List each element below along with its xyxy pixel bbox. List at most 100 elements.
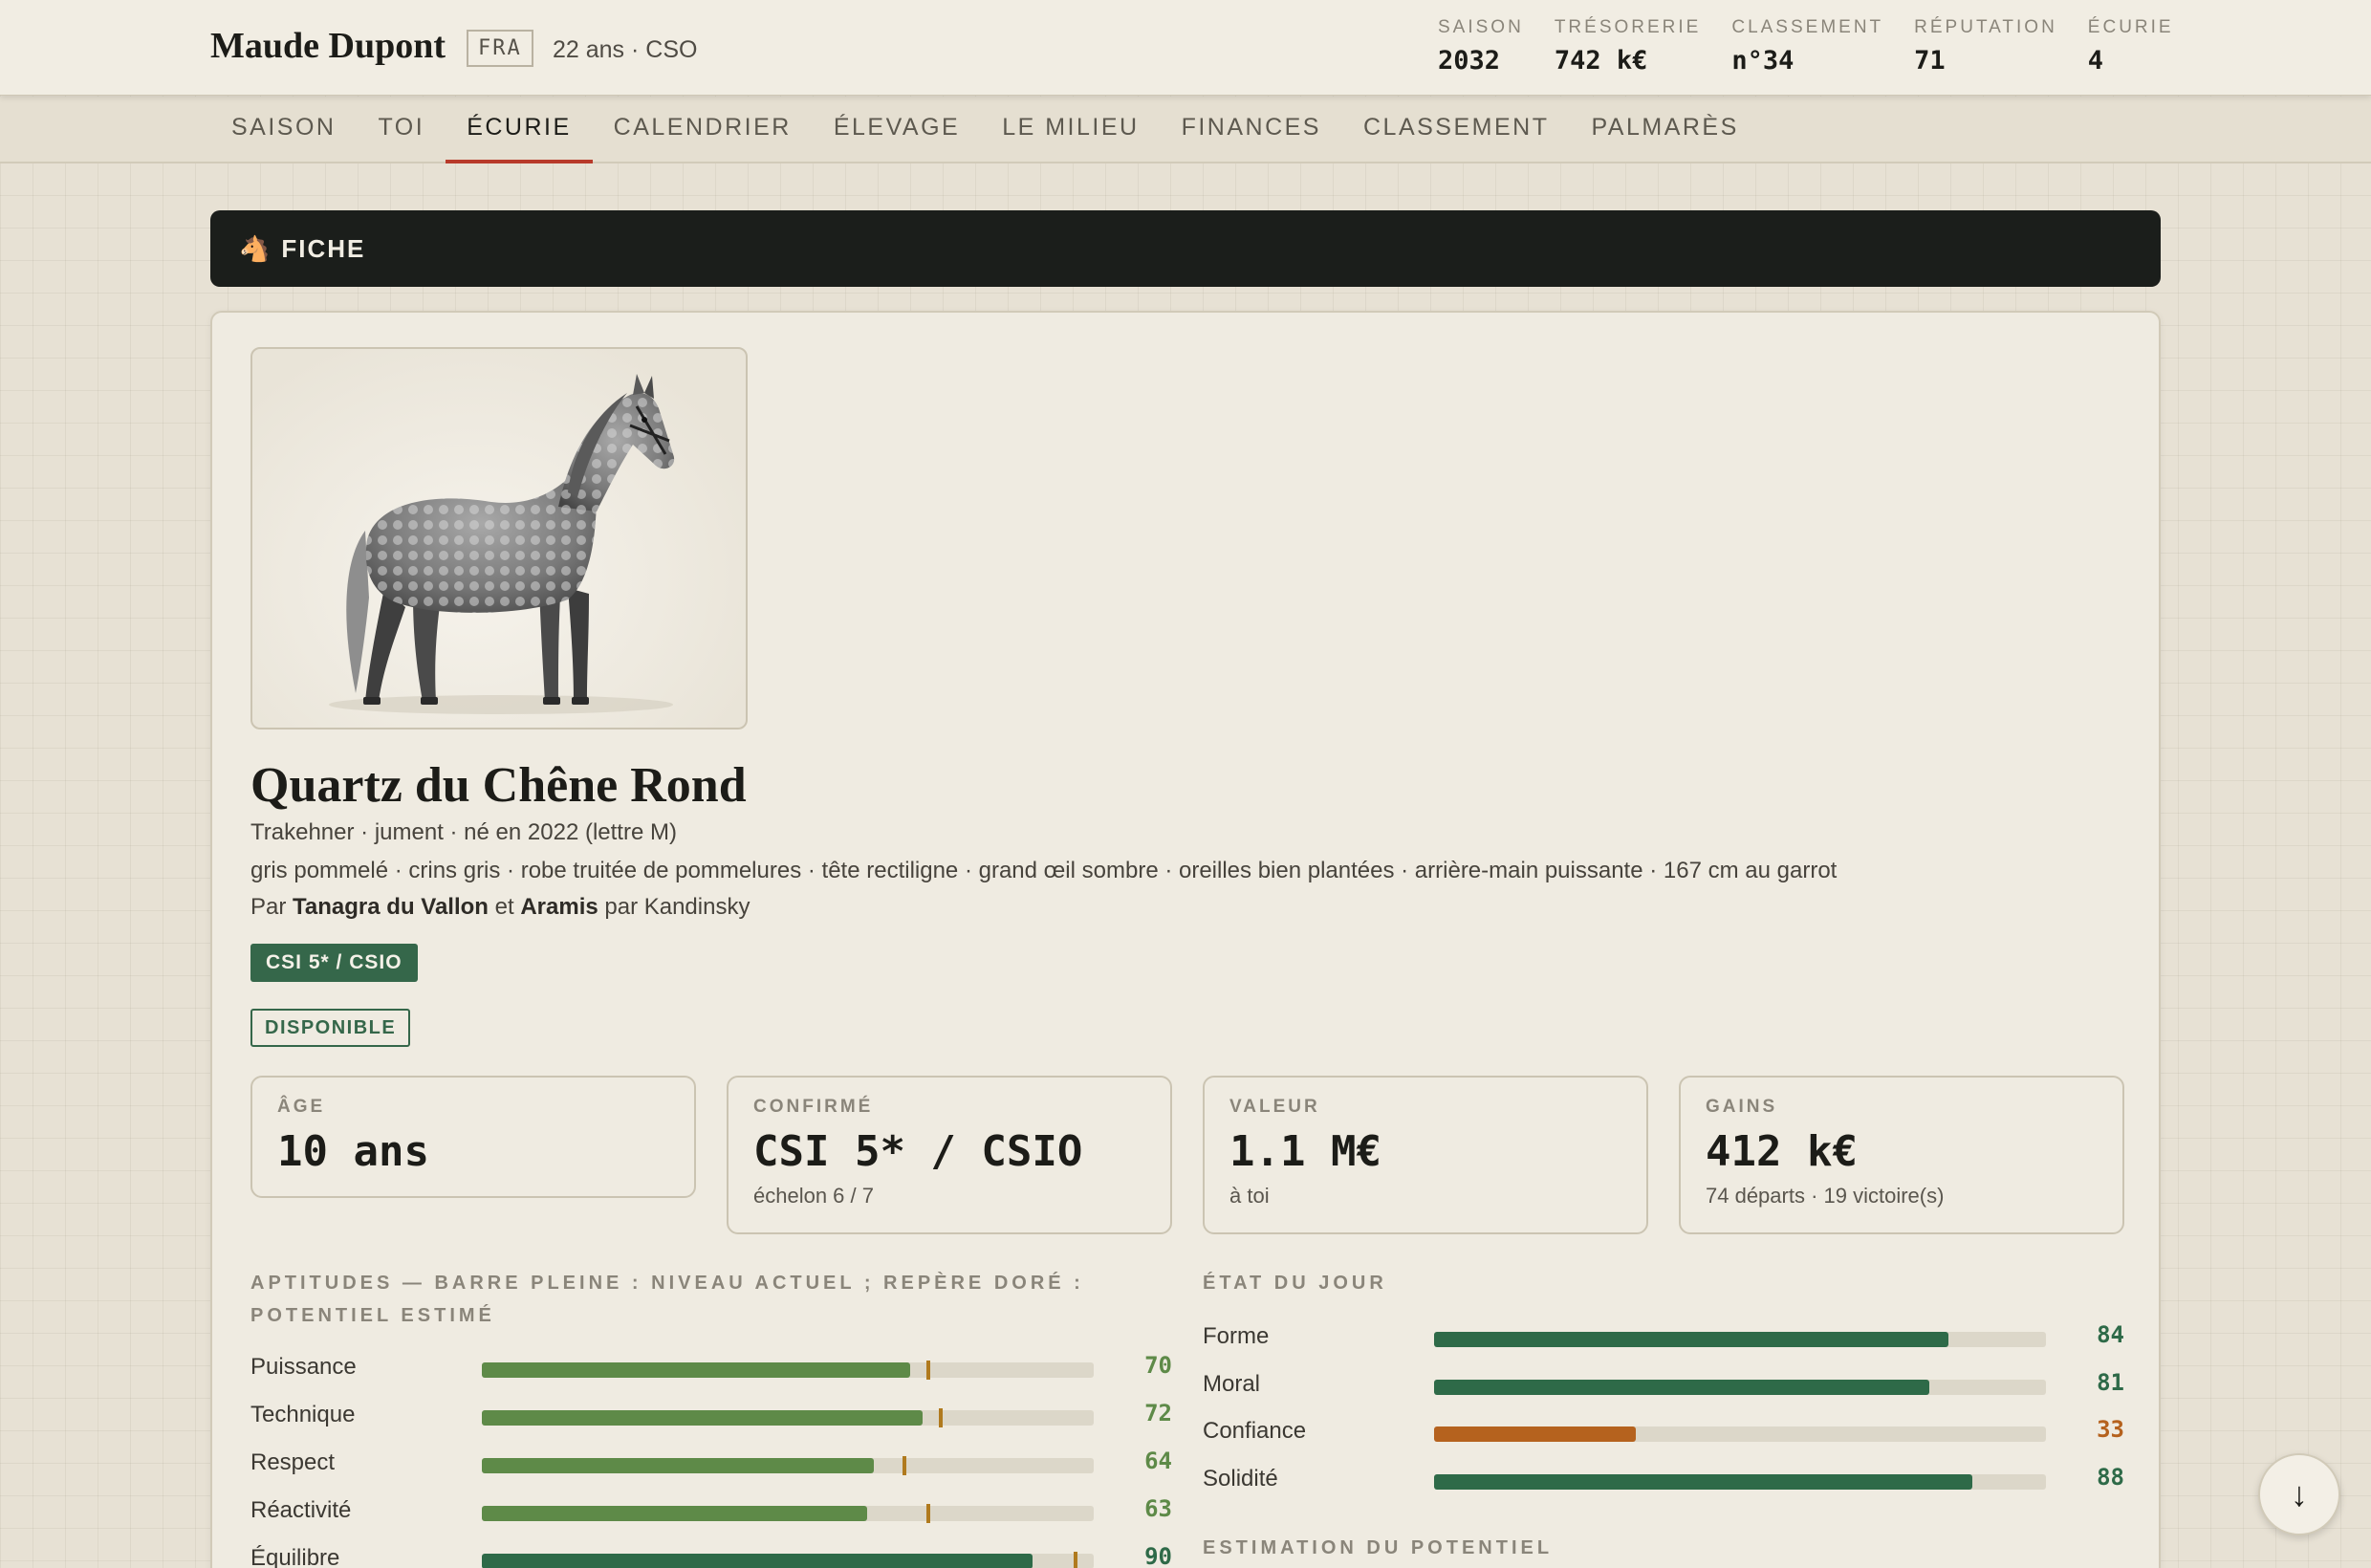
stat-row: Équilibre 90 bbox=[250, 1543, 1172, 1568]
info-value: 412 k€ bbox=[1706, 1127, 1858, 1176]
potential-marker bbox=[926, 1361, 931, 1380]
section-title: FICHE bbox=[281, 233, 366, 263]
horse-head-icon: 🐴 bbox=[239, 233, 271, 263]
stat-value: 742 k€ bbox=[1554, 46, 1648, 76]
info-label: GAINS bbox=[1706, 1097, 1778, 1117]
stat-value: 33 bbox=[2097, 1416, 2124, 1443]
potential-marker bbox=[1073, 1552, 1077, 1568]
stat-value: n°34 bbox=[1731, 46, 1795, 76]
stat-bar-track bbox=[1434, 1379, 2046, 1395]
stat-bar-track bbox=[1434, 1332, 2046, 1347]
stat-bar-fill bbox=[482, 1554, 1033, 1568]
info-box-gains: GAINS 412 k€ 74 départs · 19 victoire(s) bbox=[1679, 1076, 2124, 1234]
pedigree-dam: Aramis bbox=[520, 894, 598, 920]
stat-bar-track bbox=[482, 1456, 1094, 1475]
potential-marker bbox=[939, 1408, 943, 1427]
pedigree-suffix: par Kandinsky bbox=[604, 894, 750, 920]
nation-badge: FRA bbox=[467, 30, 533, 67]
stat-label: RÉPUTATION bbox=[1914, 17, 2057, 37]
info-box-confirme: CONFIRMÉ CSI 5* / CSIO échelon 6 / 7 bbox=[727, 1076, 1172, 1234]
stat-value: 4 bbox=[2087, 46, 2104, 76]
stat-bar-track bbox=[482, 1552, 1094, 1568]
pedigree-prefix: Par bbox=[250, 894, 287, 920]
stat-bar-fill bbox=[482, 1506, 868, 1521]
stat-bar-fill bbox=[482, 1458, 874, 1473]
stat-value: 72 bbox=[1144, 1400, 1172, 1426]
stat-value: 81 bbox=[2097, 1368, 2124, 1396]
level-badge: CSI 5* / CSIO bbox=[250, 944, 418, 982]
tab-le-milieu[interactable]: LE MILIEU bbox=[981, 97, 1160, 163]
info-value: 10 ans bbox=[277, 1127, 429, 1176]
tab-elevage[interactable]: ÉLEVAGE bbox=[813, 97, 981, 163]
stats-bar: SAISON 2032 TRÉSORERIE 742 k€ CLASSEMENT… bbox=[1438, 17, 2205, 76]
stat-bar-track bbox=[482, 1361, 1094, 1380]
tab-ecurie[interactable]: ÉCURIE bbox=[446, 97, 593, 163]
player-meta: 22 ans · CSO bbox=[553, 36, 698, 63]
stat-bar-fill bbox=[482, 1362, 910, 1378]
horse-illustration bbox=[329, 374, 675, 714]
etat-title: ÉTAT DU JOUR bbox=[1203, 1273, 1387, 1294]
info-label: ÂGE bbox=[277, 1097, 326, 1117]
main-nav: SAISON TOI ÉCURIE CALENDRIER ÉLEVAGE LE … bbox=[0, 97, 2371, 163]
pedigree-sire: Tanagra du Vallon bbox=[293, 894, 489, 920]
info-box-valeur: VALEUR 1.1 M€ à toi bbox=[1203, 1076, 1648, 1234]
stat-value: 70 bbox=[1144, 1352, 1172, 1379]
stat-bar-track bbox=[1434, 1426, 2046, 1442]
stat-row: Puissance 70 bbox=[250, 1352, 1172, 1384]
arrow-down-icon: ↓ bbox=[2291, 1474, 2308, 1514]
stat-bar-fill bbox=[482, 1410, 923, 1426]
stat-value: 2032 bbox=[1438, 46, 1501, 76]
section-header: 🐴 FICHE bbox=[210, 210, 2161, 287]
stat-row: Respect 64 bbox=[250, 1448, 1172, 1480]
stat-label: Solidité bbox=[1203, 1465, 1278, 1492]
info-value: 1.1 M€ bbox=[1229, 1127, 1381, 1176]
info-label: VALEUR bbox=[1229, 1097, 1320, 1117]
info-sub: échelon 6 / 7 bbox=[753, 1184, 874, 1208]
tab-toi[interactable]: TOI bbox=[357, 97, 446, 163]
potential-marker bbox=[926, 1504, 931, 1523]
stat-value: 90 bbox=[1144, 1543, 1172, 1568]
pedigree-conj: et bbox=[494, 894, 514, 920]
stat-bar-track bbox=[1434, 1473, 2046, 1490]
stat-ecurie: ÉCURIE 4 bbox=[2088, 17, 2174, 76]
horse-card: Quartz du Chêne Rond Trakehner · jument … bbox=[210, 311, 2161, 1568]
stat-bar-fill bbox=[1434, 1473, 1973, 1490]
stat-value: 88 bbox=[2097, 1463, 2124, 1491]
tab-classement[interactable]: CLASSEMENT bbox=[1342, 97, 1570, 163]
tab-palmares[interactable]: PALMARÈS bbox=[1570, 97, 1759, 163]
horse-pedigree: Par Tanagra du Vallon et Aramis par Kand… bbox=[250, 894, 750, 921]
stat-value: 64 bbox=[1144, 1448, 1172, 1474]
stat-label: TRÉSORERIE bbox=[1554, 17, 1702, 37]
stat-label: Puissance bbox=[250, 1354, 357, 1380]
stat-label: Forme bbox=[1203, 1323, 1270, 1349]
nav-tabs: SAISON TOI ÉCURIE CALENDRIER ÉLEVAGE LE … bbox=[210, 97, 1760, 163]
stat-label: Équilibre bbox=[250, 1545, 340, 1568]
stat-value: 84 bbox=[2097, 1321, 2124, 1348]
info-sub: 74 départs · 19 victoire(s) bbox=[1706, 1184, 1945, 1208]
tab-calendrier[interactable]: CALENDRIER bbox=[593, 97, 813, 163]
scroll-down-button[interactable]: ↓ bbox=[2258, 1453, 2340, 1535]
stat-row: Confiance 33 bbox=[1203, 1416, 2124, 1448]
info-sub: à toi bbox=[1229, 1184, 1270, 1208]
stat-saison: SAISON 2032 bbox=[1438, 17, 1524, 76]
stat-row: Moral 81 bbox=[1203, 1369, 2124, 1402]
tab-saison[interactable]: SAISON bbox=[210, 97, 357, 163]
info-box-age: ÂGE 10 ans bbox=[250, 1076, 696, 1198]
status-badge: DISPONIBLE bbox=[250, 1009, 411, 1047]
horse-description: gris pommelé · crins gris · robe truitée… bbox=[250, 858, 1838, 883]
info-label: CONFIRMÉ bbox=[753, 1097, 874, 1117]
stat-reputation: RÉPUTATION 71 bbox=[1914, 17, 2057, 76]
stat-label: Moral bbox=[1203, 1370, 1261, 1397]
horse-subtitle: Trakehner · jument · né en 2022 (lettre … bbox=[250, 819, 677, 845]
tab-finances[interactable]: FINANCES bbox=[1161, 97, 1342, 163]
top-bar: Maude Dupont FRA 22 ans · CSO SAISON 203… bbox=[0, 0, 2371, 96]
stat-classement: CLASSEMENT n°34 bbox=[1731, 17, 1883, 76]
stat-tresorerie: TRÉSORERIE 742 k€ bbox=[1555, 17, 1702, 76]
stat-label: Technique bbox=[250, 1402, 356, 1427]
stat-bar-track bbox=[482, 1504, 1094, 1523]
stat-label: Réactivité bbox=[250, 1497, 352, 1523]
stat-label: ÉCURIE bbox=[2087, 17, 2174, 37]
stat-row: Forme 84 bbox=[1203, 1321, 2124, 1354]
horse-portrait bbox=[250, 347, 748, 730]
stat-bar-fill bbox=[1434, 1379, 1930, 1395]
